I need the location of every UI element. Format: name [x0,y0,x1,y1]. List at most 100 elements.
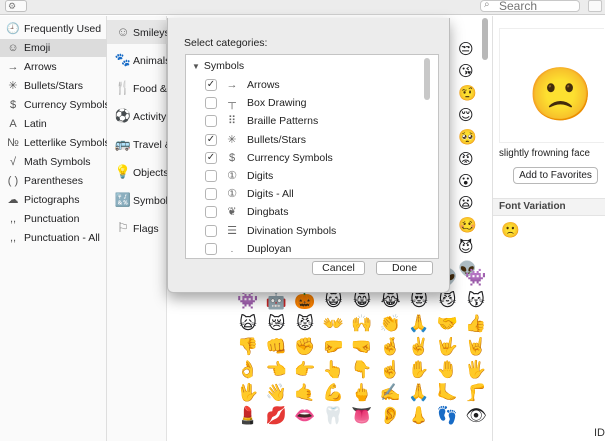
category-row-arrows[interactable]: ✓ → Arrows [186,76,421,94]
font-variation-header: Font Variation [493,198,605,216]
sidebar-item-label: Bullets/Stars [24,80,83,92]
category-symbol-icon: ❦ [227,206,237,219]
category-smileys[interactable]: ☺ Smileys [107,20,167,44]
emoji-cell[interactable]: 👅 [348,402,376,430]
group-symbols[interactable]: ▼ Symbols [192,60,244,72]
add-to-favorites-button[interactable]: Add to Favorites [513,167,598,184]
category-row-digits-all[interactable]: ① Digits - All [186,185,421,203]
sidebar-item-arrows[interactable]: → Arrows [0,58,107,76]
category-label: Smileys [133,27,167,39]
emoji-cell[interactable]: 😘 [458,62,474,82]
sidebar-item-bullets-stars[interactable]: ✳ Bullets/Stars [0,77,107,95]
unchecked-checkbox[interactable] [205,188,217,201]
category-label: Objects [133,167,167,179]
category-row-digits[interactable]: ① Digits [186,167,421,185]
group-label: Symbols [203,60,245,72]
category-row-currency-symbols[interactable]: ✓ $ Currency Symbols [186,149,421,167]
font-variation-emoji[interactable]: 🙁 [501,221,520,239]
emoji-cell[interactable]: 👃 [405,402,433,430]
emoji-grid-scrollbar[interactable] [482,18,488,60]
smiley-icon: ☺ [116,24,130,39]
category-label: Flags [133,223,159,235]
category-symbol-icon: ⠿ [227,115,237,128]
sidebar-item-frequently-used[interactable]: 🕘 Frequently Used [0,20,107,38]
comma-icon: ,, [9,213,17,225]
disclosure-triangle-icon[interactable]: ▼ [192,62,200,71]
sidebar-item-currency-symbols[interactable]: $ Currency Symbols [0,96,107,114]
emoji-cell[interactable]: 👄 [291,402,319,430]
category-symbol-icon: ① [227,170,237,182]
category-food-[interactable]: 🍴 Food & [107,76,167,100]
category-row-divination-symbols[interactable]: ☰ Divination Symbols [186,222,421,240]
unchecked-checkbox[interactable] [205,170,217,182]
emoji-cell[interactable]: 💄 [234,402,262,430]
category-row-label: Digits [247,170,274,182]
category-activity[interactable]: ⚽ Activity [107,104,167,128]
sidebar-item-parentheses[interactable]: ( ) Parentheses [0,172,107,190]
checked-checkbox[interactable]: ✓ [205,133,217,146]
unchecked-checkbox[interactable] [205,242,217,255]
character-info-panel: 🙁 slightly frowning face Add to Favorite… [492,16,605,441]
category-row-dingbats[interactable]: ❦ Dingbats [186,203,421,221]
category-symbol-icon: ① [227,188,237,201]
emoji-cell[interactable]: 😒 [458,40,474,60]
sidebar-item-label: Punctuation [24,213,80,225]
sidebar-item-label: Punctuation - All [24,232,100,244]
category-symbol-icon: $ [228,151,236,164]
unchecked-checkbox[interactable] [205,206,217,219]
category-symbol-icon: ✳ [227,133,237,146]
unchecked-checkbox[interactable] [205,224,217,237]
category-animals[interactable]: 🐾 Animals [107,48,167,72]
emoji-cell[interactable]: 👂 [377,402,405,430]
character-info-toggle-button[interactable] [588,0,602,12]
sidebar-item-pictographs[interactable]: ☁ Pictographs [0,191,107,209]
category-row-bullets-stars[interactable]: ✓ ✳ Bullets/Stars [186,131,421,149]
category-row-box-drawing[interactable]: ┬ Box Drawing [186,94,421,112]
category-list: ☺ Smileys 🐾 Animals 🍴 Food & ⚽ Activity 🚌 Travel … [107,16,167,441]
sidebar-item-latin[interactable]: A Latin [0,115,107,133]
emoji-cell[interactable]: 😦 [458,194,474,214]
category-row-braille-patterns[interactable]: ⠿ Braille Patterns [186,112,421,130]
emoji-cell[interactable]: 😈 [458,238,474,258]
category-symbols[interactable]: 🔣Symbols [107,188,167,212]
category-label: Animals [133,55,167,67]
checklist-scrollbar[interactable] [424,58,430,100]
category-row-label: Braille Patterns [247,115,319,128]
numero-icon: № [7,137,19,149]
emoji-cell[interactable]: 💋 [263,402,291,430]
category-objects[interactable]: 💡 Objects [107,160,167,184]
emoji-cell[interactable]: 👣 [434,402,462,430]
sidebar-item-punctuation[interactable]: ,, Punctuation [0,210,107,228]
search-input[interactable] [499,0,577,13]
cancel-button[interactable]: Cancel [312,261,365,275]
checked-checkbox[interactable]: ✓ [205,79,217,91]
emoji-cell[interactable]: 👁 [462,402,490,430]
done-button[interactable]: Done [376,261,433,275]
emoji-cell[interactable]: 😮 [458,172,474,192]
sidebar-item-letterlike-symbols[interactable]: № Letterlike Symbols [0,134,107,152]
emoji-cell[interactable]: 🦷 [320,402,348,430]
unchecked-checkbox[interactable] [205,97,217,110]
emoji-grid: 💩🤡👹👺👻💀☠️👽👾👾🤖🎃😺😸😹😻😼😽🙀😿😾👐🙌👏🙏🤝👍👎👊✊🤛🤜🤞✌️🤟🤘👌👈… [232,268,490,441]
sidebar-item-label: Emoji [24,42,51,54]
unchecked-checkbox[interactable] [205,115,217,128]
sidebar-item-emoji[interactable]: ☺ Emoji [0,39,107,57]
emoji-cell[interactable]: 😡 [458,150,474,170]
sidebar-item-punctuation-all[interactable]: ,, Punctuation - All [0,229,107,247]
category-row-duployan[interactable]: 𛰀 Duployan [186,240,421,258]
symbols-icon: 🔣 [114,192,132,207]
category-travel-[interactable]: 🚌Travel & [107,132,167,156]
emoji-cell[interactable]: 🤨 [458,84,477,104]
emoji-cell[interactable]: 🥴 [458,216,477,236]
sidebar-item-label: Parentheses [24,175,83,187]
category-label: Activity [133,111,167,123]
category-row-label: Bullets/Stars [247,133,306,146]
category-checklist[interactable]: ▼ Symbols ✓ → Arrows ┬ Box Drawing ⠿ Braille Pa… [185,54,439,259]
checked-checkbox[interactable]: ✓ [205,151,217,164]
category-flags[interactable]: ⚐ Flags [107,216,167,240]
search-box[interactable]: ⌕ [480,0,580,13]
emoji-cell[interactable]: 🥺 [458,128,477,148]
sidebar-item-math-symbols[interactable]: √ Math Symbols [0,153,107,171]
gear-menu-button[interactable]: ⚙ ⌄ [5,0,27,21]
emoji-cell[interactable]: 😌 [458,106,474,126]
